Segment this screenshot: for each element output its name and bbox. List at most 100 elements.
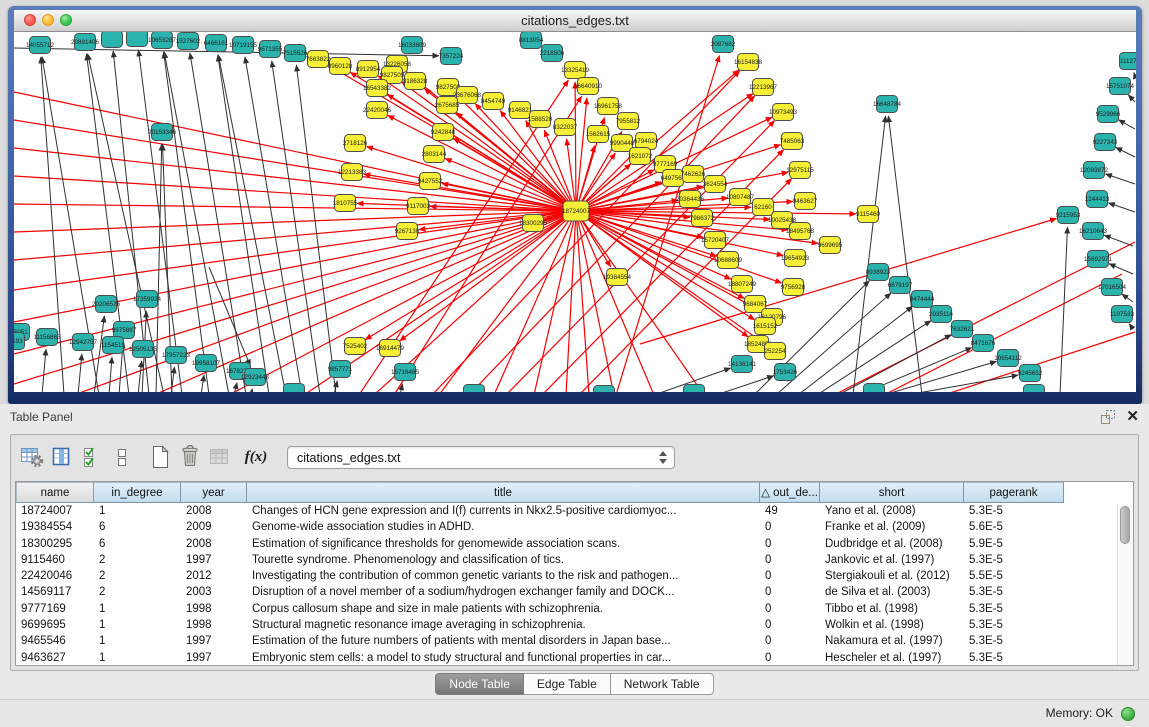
table-cell: 1998 [181, 617, 247, 633]
network-canvas[interactable]: 1405571220891406106532871527602646616110… [14, 32, 1136, 392]
svg-text:14055712: 14055712 [26, 42, 55, 49]
delete-table-button[interactable] [205, 443, 235, 471]
column-header-year[interactable]: year [181, 482, 247, 503]
close-panel-icon[interactable]: ✕ [1126, 409, 1139, 425]
svg-text:16033809: 16033809 [398, 42, 427, 49]
table-settings-button[interactable] [17, 443, 47, 471]
show-columns-button[interactable] [47, 443, 77, 471]
svg-text:6794024: 6794024 [634, 138, 659, 145]
svg-text:9684067: 9684067 [743, 301, 768, 308]
clear-selection-button[interactable] [107, 443, 137, 471]
svg-text:15716485: 15716485 [391, 369, 420, 376]
new-document-button[interactable] [145, 443, 175, 471]
table-cell: 2 [94, 552, 181, 568]
network-window-titlebar[interactable]: citations_edges.txt [14, 10, 1136, 32]
tab-network-table[interactable]: Network Table [611, 673, 714, 695]
table-cell: 18724007 [16, 503, 94, 519]
table-cell: Changes of HCN gene expression and I(f) … [247, 503, 760, 519]
table-cell: 0 [760, 650, 820, 666]
table-row[interactable]: 946362711997Embryonic stem cells: a mode… [16, 650, 1133, 666]
svg-text:8938923: 8938923 [866, 269, 891, 276]
table-row[interactable]: 969969511998Structural magnetic resonanc… [16, 617, 1133, 633]
table-cell: 9463627 [16, 650, 94, 666]
table-cell: 0 [760, 536, 820, 552]
svg-text:17359924: 17359924 [133, 296, 162, 303]
svg-text:14136141: 14136141 [728, 361, 757, 368]
svg-text:9227343: 9227343 [1093, 139, 1118, 146]
column-header-name[interactable]: name [16, 482, 94, 503]
svg-text:20206576: 20206576 [92, 301, 121, 308]
table-cell: 0 [760, 568, 820, 584]
svg-text:12093872: 12093872 [1080, 167, 1109, 174]
tab-node-table[interactable]: Node Table [435, 673, 524, 695]
table-cell: Disruption of a novel member of a sodium… [247, 584, 760, 600]
svg-text:252254: 252254 [764, 348, 786, 355]
svg-text:16961758: 16961758 [594, 103, 623, 110]
tab-edge-table[interactable]: Edge Table [524, 673, 611, 695]
svg-text:7525402: 7525402 [343, 343, 368, 350]
svg-text:7663822: 7663822 [306, 56, 331, 63]
table-cell: 49 [760, 503, 820, 519]
float-panel-icon[interactable] [1100, 409, 1116, 425]
table-cell: 5.3E-5 [964, 503, 1064, 519]
svg-text:12923448: 12923448 [241, 374, 270, 381]
svg-text:16210643: 16210643 [1079, 228, 1108, 235]
svg-text:9671355: 9671355 [258, 46, 283, 53]
select-all-button[interactable] [77, 443, 107, 471]
table-cell: 9465546 [16, 633, 94, 649]
table-cell: Estimation of significance thresholds fo… [247, 536, 760, 552]
svg-text:17957223: 17957223 [162, 352, 191, 359]
table-row[interactable]: 946554611997Estimation of the future num… [16, 633, 1133, 649]
column-header-in_degree[interactable]: in_degree [94, 482, 181, 503]
svg-text:20891406: 20891406 [71, 39, 100, 46]
table-scrollbar[interactable] [1117, 504, 1133, 665]
citation-network-graph[interactable]: 1405571220891406106532871527602646616110… [14, 32, 1136, 392]
svg-text:9474444: 9474444 [910, 296, 935, 303]
table-cell: 1 [94, 503, 181, 519]
table-row[interactable]: 2242004622012Investigating the contribut… [16, 568, 1133, 584]
network-window-frame: citations_edges.txt 14055712208914061065… [8, 6, 1142, 404]
column-header-pagerank[interactable]: pagerank [964, 482, 1064, 503]
table-cell: 5.3E-5 [964, 552, 1064, 568]
table-cell: 2 [94, 568, 181, 584]
svg-text:1810755: 1810755 [333, 200, 358, 207]
svg-text:18495768: 18495768 [786, 228, 815, 235]
cytoscape-desktop: citations_edges.txt 14055712208914061065… [0, 0, 1149, 727]
table-row[interactable]: 1830029562008Estimation of significance … [16, 536, 1133, 552]
table-cell: 9699695 [16, 617, 94, 633]
table-cell: Stergiakouli et al. (2012) [820, 568, 964, 584]
svg-text:9245652: 9245652 [1018, 370, 1043, 377]
scrollbar-thumb[interactable] [1120, 506, 1130, 544]
svg-text:9463627: 9463627 [793, 198, 818, 205]
table-row[interactable]: 1872400712008Changes of HCN gene express… [16, 503, 1133, 519]
table-row[interactable]: 1456911722003Disruption of a novel membe… [16, 584, 1133, 600]
svg-text:8186328: 8186328 [403, 78, 428, 85]
svg-text:9146821: 9146821 [508, 107, 533, 114]
column-header-short[interactable]: short [820, 482, 964, 503]
svg-text:62160: 62160 [754, 204, 772, 211]
svg-text:2718126: 2718126 [343, 140, 368, 147]
table-cell: Dudbridge et al. (2008) [820, 536, 964, 552]
svg-text:8813054: 8813054 [519, 37, 544, 44]
function-icon: f(x) [245, 449, 268, 466]
table-cell: 0 [760, 633, 820, 649]
table-selector-dropdown[interactable]: citations_edges.txt [287, 446, 675, 469]
svg-text:1615152: 1615152 [753, 323, 778, 330]
table-cell: 19384554 [16, 519, 94, 535]
table-row[interactable]: 977716911998Corpus callosum shape and si… [16, 601, 1133, 617]
memory-status-indicator [1121, 707, 1135, 721]
column-header-out_de[interactable]: △ out_de... [760, 482, 820, 503]
svg-text:7632621: 7632621 [950, 326, 975, 333]
function-builder-button[interactable]: f(x) [241, 443, 271, 471]
svg-text:16648784: 16648784 [873, 101, 902, 108]
delete-button[interactable] [175, 443, 205, 471]
table-cell: Investigating the contribution of common… [247, 568, 760, 584]
table-row[interactable]: 911546021997Tourette syndrome. Phenomeno… [16, 552, 1133, 568]
table-cell: 2012 [181, 568, 247, 584]
column-header-title[interactable]: title [247, 482, 760, 503]
svg-text:9117003: 9117003 [406, 203, 431, 210]
svg-text:9827509: 9827509 [380, 72, 405, 79]
svg-text:8912954: 8912954 [356, 66, 381, 73]
table-cell: Genome-wide association studies in ADHD. [247, 519, 760, 535]
table-row[interactable]: 1938455462009Genome-wide association stu… [16, 519, 1133, 535]
